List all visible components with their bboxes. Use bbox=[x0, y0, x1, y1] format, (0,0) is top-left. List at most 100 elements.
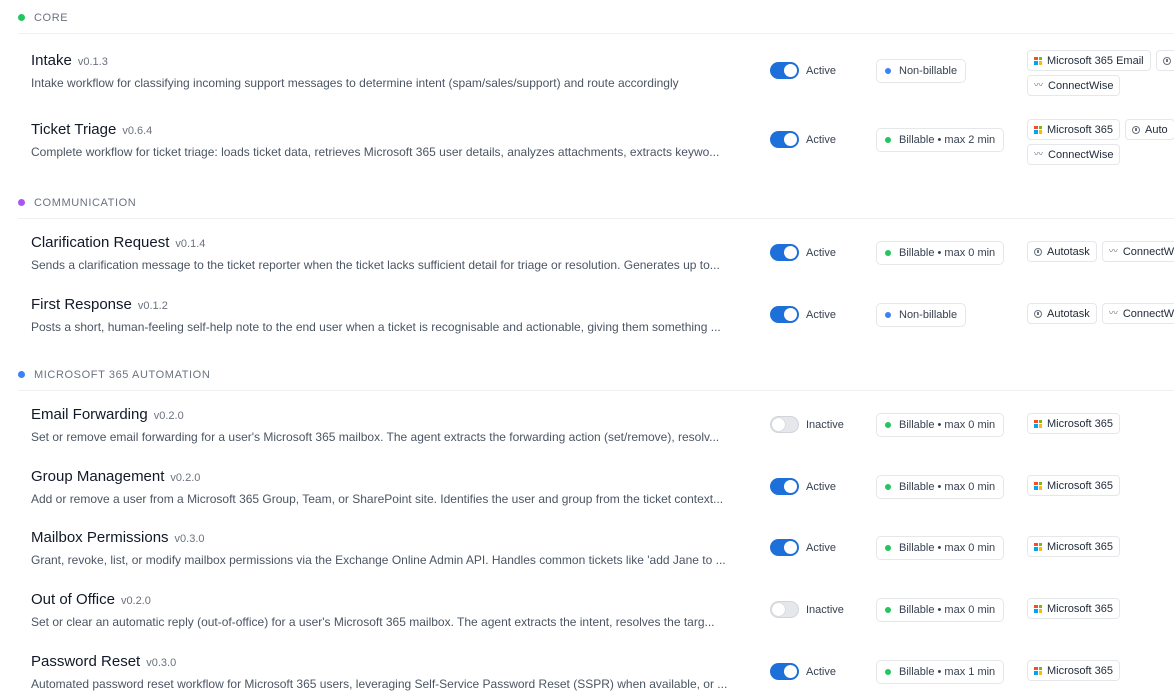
workflow-version: v0.3.0 bbox=[174, 533, 205, 545]
workflow-row-password-reset[interactable]: Password Reset v0.3.0 Automated password… bbox=[0, 653, 1174, 699]
status-toggle[interactable] bbox=[770, 478, 799, 495]
billing-label: Billable • max 0 min bbox=[899, 247, 996, 259]
workflow-version: v0.2.0 bbox=[120, 595, 151, 607]
integrations: Autotask 〰 ConnectW bbox=[1027, 294, 1174, 354]
workflow-row-intake[interactable]: Intake v0.1.3 Intake workflow for classi… bbox=[0, 50, 1174, 112]
section-dot bbox=[18, 199, 25, 206]
billing-badge: Non-billable bbox=[876, 303, 967, 327]
section-label: MICROSOFT 365 AUTOMATION bbox=[34, 368, 211, 381]
autotask-icon bbox=[1132, 125, 1141, 134]
workflow-row-clarification-request[interactable]: Clarification Request v0.1.4 Sends a cla… bbox=[0, 234, 1174, 294]
integration-chip: Microsoft 365 bbox=[1027, 536, 1121, 557]
status-toggle[interactable] bbox=[770, 539, 799, 556]
workflow-title: Intake bbox=[31, 52, 72, 69]
integration-chip: Microsoft 365 bbox=[1027, 119, 1121, 140]
workflow-row-ticket-triage[interactable]: Ticket Triage v0.6.4 Complete workflow f… bbox=[0, 119, 1174, 181]
workflow-row-out-of-office[interactable]: Out of Office v0.2.0 Set or clear an aut… bbox=[0, 591, 1174, 651]
status-label: Active bbox=[806, 480, 836, 493]
billing-label: Billable • max 0 min bbox=[899, 604, 996, 616]
status-toggle[interactable] bbox=[770, 416, 799, 433]
status-toggle[interactable] bbox=[770, 601, 799, 618]
section-label: COMMUNICATION bbox=[34, 196, 137, 209]
workflow-title: Password Reset bbox=[31, 653, 141, 670]
workflow-description: Intake workflow for classifying incoming… bbox=[31, 76, 679, 90]
workflow-row-first-response[interactable]: First Response v0.1.2 Posts a short, hum… bbox=[0, 296, 1174, 356]
status-toggle[interactable] bbox=[770, 306, 799, 323]
workflow-row-mailbox-permissions[interactable]: Mailbox Permissions v0.3.0 Grant, revoke… bbox=[0, 529, 1174, 589]
integration-chip: Microsoft 365 bbox=[1027, 475, 1121, 496]
billing-label: Billable • max 2 min bbox=[899, 134, 996, 146]
autotask-icon bbox=[1162, 56, 1171, 65]
workflow-title: Out of Office bbox=[31, 591, 115, 608]
billing-dot bbox=[885, 484, 891, 490]
billing-dot bbox=[885, 545, 891, 551]
status-label: Inactive bbox=[806, 418, 844, 431]
status-label: Active bbox=[806, 64, 836, 77]
integration-chip: Microsoft 365 Email bbox=[1027, 50, 1151, 71]
billing-dot bbox=[885, 422, 891, 428]
workflow-version: v0.1.4 bbox=[175, 238, 206, 250]
workflow-version: v0.2.0 bbox=[170, 472, 201, 484]
integrations: Autotask 〰 ConnectW bbox=[1027, 232, 1174, 292]
integration-chip: Autotask bbox=[1027, 241, 1097, 262]
workflow-title: Group Management bbox=[31, 468, 165, 485]
microsoft-icon bbox=[1034, 666, 1042, 675]
section-label: CORE bbox=[34, 11, 69, 24]
billing-label: Non-billable bbox=[899, 309, 958, 321]
billing-badge: Non-billable bbox=[876, 59, 967, 83]
section-header-m365: MICROSOFT 365 AUTOMATION bbox=[18, 359, 1174, 391]
billing-dot bbox=[885, 250, 891, 256]
section-header-communication: COMMUNICATION bbox=[18, 187, 1174, 219]
workflow-description: Set or remove email forwarding for a use… bbox=[31, 430, 720, 444]
billing-badge: Billable • max 0 min bbox=[876, 536, 1005, 560]
status-toggle[interactable] bbox=[770, 244, 799, 261]
billing-badge: Billable • max 0 min bbox=[876, 413, 1005, 437]
billing-dot bbox=[885, 137, 891, 143]
integration-chip: Microsoft 365 bbox=[1027, 660, 1121, 681]
connectwise-icon: 〰 bbox=[1034, 80, 1044, 90]
microsoft-icon bbox=[1034, 125, 1042, 134]
billing-dot bbox=[885, 607, 891, 613]
status-label: Active bbox=[806, 246, 836, 259]
connectwise-icon: 〰 bbox=[1108, 246, 1118, 256]
workflow-row-group-management[interactable]: Group Management v0.2.0 Add or remove a … bbox=[0, 468, 1174, 528]
integrations: Microsoft 365 Email 〰 ConnectWise bbox=[1027, 50, 1174, 110]
status-toggle[interactable] bbox=[770, 62, 799, 79]
integration-chip: Microsoft 365 bbox=[1027, 598, 1121, 619]
integration-chip: 〰 ConnectWise bbox=[1027, 75, 1121, 96]
workflow-row-email-forwarding[interactable]: Email Forwarding v0.2.0 Set or remove em… bbox=[0, 406, 1174, 466]
integrations: Microsoft 365 bbox=[1027, 527, 1174, 587]
billing-badge: Billable • max 0 min bbox=[876, 475, 1005, 499]
billing-badge: Billable • max 2 min bbox=[876, 128, 1005, 152]
workflow-version: v0.3.0 bbox=[146, 657, 177, 669]
workflow-title: First Response bbox=[31, 296, 132, 313]
billing-badge: Billable • max 1 min bbox=[876, 660, 1005, 684]
section-dot bbox=[18, 14, 25, 21]
billing-dot bbox=[885, 669, 891, 675]
workflow-description: Set or clear an automatic reply (out-of-… bbox=[31, 615, 715, 629]
billing-badge: Billable • max 0 min bbox=[876, 241, 1005, 265]
billing-dot bbox=[885, 312, 891, 318]
workflow-description: Grant, revoke, list, or modify mailbox p… bbox=[31, 553, 726, 567]
integrations: Microsoft 365 bbox=[1027, 404, 1174, 464]
workflow-description: Add or remove a user from a Microsoft 36… bbox=[31, 492, 724, 506]
workflow-title: Email Forwarding bbox=[31, 406, 148, 423]
workflow-title: Mailbox Permissions bbox=[31, 529, 169, 546]
billing-label: Billable • max 1 min bbox=[899, 666, 996, 678]
workflow-version: v0.2.0 bbox=[153, 410, 184, 422]
workflow-description: Posts a short, human-feeling self-help n… bbox=[31, 320, 721, 334]
billing-label: Billable • max 0 min bbox=[899, 419, 996, 431]
status-label: Active bbox=[806, 541, 836, 554]
status-label: Active bbox=[806, 133, 836, 146]
status-toggle[interactable] bbox=[770, 663, 799, 680]
billing-dot bbox=[885, 68, 891, 74]
billing-badge: Billable • max 0 min bbox=[876, 598, 1005, 622]
workflow-version: v0.6.4 bbox=[122, 125, 153, 137]
integrations: Microsoft 365 Auto 〰 ConnectWise bbox=[1027, 119, 1174, 179]
workflow-version: v0.1.2 bbox=[137, 300, 168, 312]
connectwise-icon: 〰 bbox=[1034, 149, 1044, 159]
billing-label: Non-billable bbox=[899, 65, 958, 77]
billing-label: Billable • max 0 min bbox=[899, 481, 996, 493]
status-toggle[interactable] bbox=[770, 131, 799, 148]
workflow-version: v0.1.3 bbox=[77, 56, 108, 68]
